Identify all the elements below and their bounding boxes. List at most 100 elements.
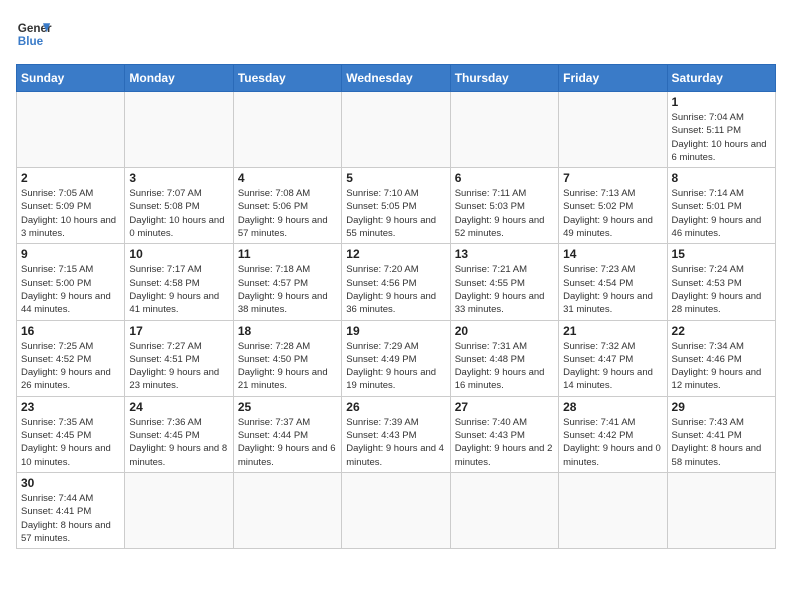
day-info: Sunrise: 7:32 AM Sunset: 4:47 PM Dayligh… [563, 340, 662, 393]
day-info: Sunrise: 7:44 AM Sunset: 4:41 PM Dayligh… [21, 492, 120, 545]
day-number: 3 [129, 171, 228, 185]
day-number: 6 [455, 171, 554, 185]
day-cell: 29 Sunrise: 7:43 AM Sunset: 4:41 PM Dayli… [667, 396, 775, 472]
day-cell [559, 92, 667, 168]
day-number: 23 [21, 400, 120, 414]
day-cell [342, 472, 450, 548]
weekday-header-sunday: Sunday [17, 65, 125, 92]
day-number: 27 [455, 400, 554, 414]
day-cell [125, 92, 233, 168]
day-cell: 27 Sunrise: 7:40 AM Sunset: 4:43 PM Dayli… [450, 396, 558, 472]
day-cell: 7Sunrise: 7:13 AM Sunset: 5:02 PM Daylig… [559, 168, 667, 244]
day-cell: 10 Sunrise: 7:17 AM Sunset: 4:58 PM Dayli… [125, 244, 233, 320]
day-info: Sunrise: 7:25 AM Sunset: 4:52 PM Dayligh… [21, 340, 120, 393]
day-cell: 15Sunrise: 7:24 AM Sunset: 4:53 PM Dayli… [667, 244, 775, 320]
day-cell: 13 Sunrise: 7:21 AM Sunset: 4:55 PM Dayli… [450, 244, 558, 320]
day-info: Sunrise: 7:08 AM Sunset: 5:06 PM Dayligh… [238, 187, 337, 240]
day-number: 19 [346, 324, 445, 338]
calendar-body: 1 Sunrise: 7:04 AM Sunset: 5:11 PM Daylig… [17, 92, 776, 549]
day-cell: 1 Sunrise: 7:04 AM Sunset: 5:11 PM Daylig… [667, 92, 775, 168]
weekday-header-friday: Friday [559, 65, 667, 92]
day-cell: 28Sunrise: 7:41 AM Sunset: 4:42 PM Dayli… [559, 396, 667, 472]
day-number: 16 [21, 324, 120, 338]
day-number: 1 [672, 95, 771, 109]
week-row-4: 16 Sunrise: 7:25 AM Sunset: 4:52 PM Dayli… [17, 320, 776, 396]
day-cell [450, 472, 558, 548]
weekday-header-saturday: Saturday [667, 65, 775, 92]
day-number: 2 [21, 171, 120, 185]
day-info: Sunrise: 7:18 AM Sunset: 4:57 PM Dayligh… [238, 263, 337, 316]
day-info: Sunrise: 7:10 AM Sunset: 5:05 PM Dayligh… [346, 187, 445, 240]
day-info: Sunrise: 7:04 AM Sunset: 5:11 PM Dayligh… [672, 111, 771, 164]
day-cell: 21 Sunrise: 7:32 AM Sunset: 4:47 PM Dayli… [559, 320, 667, 396]
day-info: Sunrise: 7:40 AM Sunset: 4:43 PM Dayligh… [455, 416, 554, 469]
day-cell: 18Sunrise: 7:28 AM Sunset: 4:50 PM Dayli… [233, 320, 341, 396]
day-cell: 25Sunrise: 7:37 AM Sunset: 4:44 PM Dayli… [233, 396, 341, 472]
day-cell: 26Sunrise: 7:39 AM Sunset: 4:43 PM Dayli… [342, 396, 450, 472]
weekday-header-wednesday: Wednesday [342, 65, 450, 92]
day-cell: 9Sunrise: 7:15 AM Sunset: 5:00 PM Daylig… [17, 244, 125, 320]
day-cell [233, 472, 341, 548]
day-info: Sunrise: 7:28 AM Sunset: 4:50 PM Dayligh… [238, 340, 337, 393]
day-cell: 12 Sunrise: 7:20 AM Sunset: 4:56 PM Dayli… [342, 244, 450, 320]
day-number: 9 [21, 247, 120, 261]
day-cell: 30 Sunrise: 7:44 AM Sunset: 4:41 PM Dayli… [17, 472, 125, 548]
day-number: 30 [21, 476, 120, 490]
day-number: 12 [346, 247, 445, 261]
day-number: 15 [672, 247, 771, 261]
day-cell: 24 Sunrise: 7:36 AM Sunset: 4:45 PM Dayli… [125, 396, 233, 472]
day-cell: 8Sunrise: 7:14 AM Sunset: 5:01 PM Daylig… [667, 168, 775, 244]
day-number: 14 [563, 247, 662, 261]
day-cell: 22 Sunrise: 7:34 AM Sunset: 4:46 PM Dayli… [667, 320, 775, 396]
day-info: Sunrise: 7:35 AM Sunset: 4:45 PM Dayligh… [21, 416, 120, 469]
day-number: 5 [346, 171, 445, 185]
day-cell: 16 Sunrise: 7:25 AM Sunset: 4:52 PM Dayli… [17, 320, 125, 396]
svg-text:Blue: Blue [18, 35, 44, 48]
day-info: Sunrise: 7:14 AM Sunset: 5:01 PM Dayligh… [672, 187, 771, 240]
logo: General Blue [16, 16, 52, 52]
day-info: Sunrise: 7:41 AM Sunset: 4:42 PM Dayligh… [563, 416, 662, 469]
week-row-1: 1 Sunrise: 7:04 AM Sunset: 5:11 PM Daylig… [17, 92, 776, 168]
day-number: 21 [563, 324, 662, 338]
day-cell: 19Sunrise: 7:29 AM Sunset: 4:49 PM Dayli… [342, 320, 450, 396]
day-cell [559, 472, 667, 548]
calendar: SundayMondayTuesdayWednesdayThursdayFrid… [16, 64, 776, 549]
day-info: Sunrise: 7:05 AM Sunset: 5:09 PM Dayligh… [21, 187, 120, 240]
day-info: Sunrise: 7:23 AM Sunset: 4:54 PM Dayligh… [563, 263, 662, 316]
weekday-header-row: SundayMondayTuesdayWednesdayThursdayFrid… [17, 65, 776, 92]
weekday-header-tuesday: Tuesday [233, 65, 341, 92]
day-cell: 14 Sunrise: 7:23 AM Sunset: 4:54 PM Dayli… [559, 244, 667, 320]
day-number: 10 [129, 247, 228, 261]
day-cell: 3 Sunrise: 7:07 AM Sunset: 5:08 PM Daylig… [125, 168, 233, 244]
day-cell [125, 472, 233, 548]
day-cell: 4Sunrise: 7:08 AM Sunset: 5:06 PM Daylig… [233, 168, 341, 244]
week-row-6: 30 Sunrise: 7:44 AM Sunset: 4:41 PM Dayli… [17, 472, 776, 548]
day-number: 24 [129, 400, 228, 414]
day-cell [667, 472, 775, 548]
day-info: Sunrise: 7:36 AM Sunset: 4:45 PM Dayligh… [129, 416, 228, 469]
weekday-header-thursday: Thursday [450, 65, 558, 92]
day-info: Sunrise: 7:11 AM Sunset: 5:03 PM Dayligh… [455, 187, 554, 240]
day-number: 13 [455, 247, 554, 261]
header: General Blue [16, 16, 776, 52]
day-cell: 17Sunrise: 7:27 AM Sunset: 4:51 PM Dayli… [125, 320, 233, 396]
day-info: Sunrise: 7:21 AM Sunset: 4:55 PM Dayligh… [455, 263, 554, 316]
day-cell: 20 Sunrise: 7:31 AM Sunset: 4:48 PM Dayli… [450, 320, 558, 396]
day-number: 29 [672, 400, 771, 414]
day-info: Sunrise: 7:07 AM Sunset: 5:08 PM Dayligh… [129, 187, 228, 240]
week-row-2: 2 Sunrise: 7:05 AM Sunset: 5:09 PM Daylig… [17, 168, 776, 244]
day-info: Sunrise: 7:17 AM Sunset: 4:58 PM Dayligh… [129, 263, 228, 316]
day-cell [17, 92, 125, 168]
day-info: Sunrise: 7:34 AM Sunset: 4:46 PM Dayligh… [672, 340, 771, 393]
day-cell [233, 92, 341, 168]
day-cell [342, 92, 450, 168]
day-number: 11 [238, 247, 337, 261]
day-info: Sunrise: 7:43 AM Sunset: 4:41 PM Dayligh… [672, 416, 771, 469]
day-cell: 6 Sunrise: 7:11 AM Sunset: 5:03 PM Daylig… [450, 168, 558, 244]
day-cell: 2 Sunrise: 7:05 AM Sunset: 5:09 PM Daylig… [17, 168, 125, 244]
day-info: Sunrise: 7:20 AM Sunset: 4:56 PM Dayligh… [346, 263, 445, 316]
day-number: 20 [455, 324, 554, 338]
day-info: Sunrise: 7:31 AM Sunset: 4:48 PM Dayligh… [455, 340, 554, 393]
day-number: 22 [672, 324, 771, 338]
day-number: 26 [346, 400, 445, 414]
